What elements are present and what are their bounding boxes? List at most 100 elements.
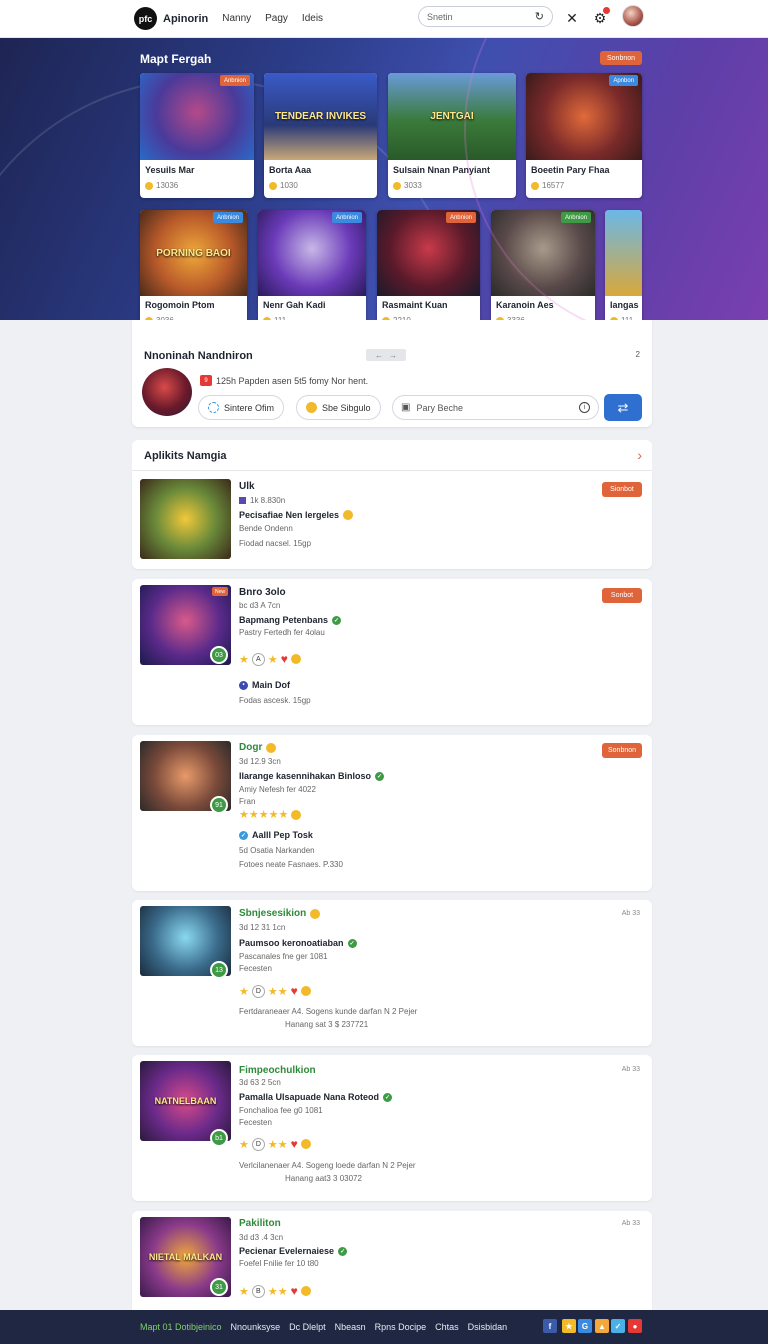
level-badge: 91: [210, 796, 228, 814]
emoji-icon: [266, 742, 277, 753]
twitter-icon[interactable]: ✓: [611, 1319, 625, 1333]
list-item[interactable]: New 03 Bnro 3olo bc d3 A 7cn Bapmang Pet…: [132, 579, 652, 725]
footer-link[interactable]: Nbeasn: [335, 1322, 366, 1332]
footer-link[interactable]: Nnounksyse: [231, 1322, 281, 1332]
item-line: Pamalla Ulsapuade Nana Roteod ✓: [239, 1092, 393, 1102]
list-item[interactable]: 91 Dogr 3d 12.9 3cn Ilarange kasennihaka…: [132, 735, 652, 891]
card-title: Rasmaint Kuan: [382, 300, 448, 310]
item-line: Hanang sat 3 $ 237721: [285, 1020, 369, 1029]
filter-panel: Nnoninah Nandniron ← → 2 9 125h Papden as…: [132, 320, 652, 427]
item-line: bc d3 A 7cn: [239, 601, 281, 610]
translate-button[interactable]: ⇄: [604, 394, 642, 421]
item-line: Fertdaraneaer A4. Sogens kunde darfan N …: [239, 1007, 418, 1016]
search-input[interactable]: Snetin ↻: [418, 6, 553, 27]
list-item[interactable]: NATNELBAAN b1 Fimpeochulkion 3d 63 2 5cn…: [132, 1055, 652, 1201]
item-title[interactable]: Bnro 3olo: [239, 587, 286, 598]
game-card[interactable]: Anbnion Karanoin Aes 3336: [491, 210, 595, 320]
app-logo[interactable]: pfc: [134, 7, 157, 30]
refresh-icon[interactable]: ↻: [535, 10, 544, 23]
star-icon: ★★: [267, 985, 288, 998]
featured-avatar[interactable]: [142, 368, 192, 416]
section-title: Aplikits Namgia: [144, 450, 227, 462]
star-icon: ★: [267, 653, 278, 666]
item-action-button[interactable]: Sonbnon: [602, 743, 642, 758]
nav-link-1[interactable]: Nanny: [222, 13, 251, 24]
item-line: Fotoes neate Fasnaes. P.330: [239, 860, 343, 869]
notifications-icon[interactable]: ⚙: [590, 7, 610, 28]
footer-link[interactable]: Dc Dlelpt: [289, 1322, 326, 1332]
game-card[interactable]: JENTGAI Sulsain Nnan Panyiant 3033: [388, 73, 516, 198]
item-line: Hanang aat3 3 03072: [285, 1174, 362, 1183]
item-line: Foefel Fnilie fer 10 t80: [239, 1259, 319, 1268]
star-social-icon[interactable]: ★: [562, 1319, 576, 1333]
item-meta: Ab 33: [621, 1220, 640, 1227]
item-title[interactable]: Pakiliton: [239, 1218, 281, 1229]
filter-chip-1[interactable]: Sintere Ofim: [198, 395, 285, 420]
coin-icon: [300, 1139, 311, 1149]
chevron-right-icon[interactable]: ›: [637, 447, 642, 463]
item-line: Fiodad nacsel. 15gp: [239, 539, 312, 548]
emoji-icon: [343, 510, 354, 520]
rating-row: ★ B ★★ ♥: [239, 1284, 311, 1298]
game-card-art: JENTGAI: [388, 73, 516, 160]
card-title: Sulsain Nnan Panyiant: [393, 165, 491, 175]
item-line: Amiy Nefesh fer 4022: [239, 785, 316, 794]
rating-letter: D: [251, 1137, 265, 1151]
filter-chip-2[interactable]: Sbe Sibgulo: [296, 395, 381, 420]
list-item[interactable]: NIETAL MALKAN 31 Pakiliton 3d d3 .4 3cn …: [132, 1211, 652, 1310]
item-line: Pecienar Evelernaiese ✓: [239, 1246, 348, 1256]
item-title[interactable]: Dogr: [239, 742, 277, 753]
share-icon[interactable]: ▲: [595, 1319, 609, 1333]
panel-search-input[interactable]: ▣ Pary Beche i: [392, 395, 599, 420]
heart-icon[interactable]: ♥: [291, 1284, 298, 1298]
item-line: • Main Dof: [239, 680, 290, 690]
game-card[interactable]: Apnbon Boeetin Pary Fhaa 16577: [526, 73, 642, 198]
hero-button[interactable]: Sonbnon: [600, 51, 642, 65]
nav-link-3[interactable]: Ideis: [302, 13, 323, 24]
list-item[interactable]: Ulk 1k 8.830n Pecisafiae Nen lergeles Be…: [132, 471, 652, 569]
heart-icon[interactable]: ♥: [281, 652, 288, 666]
footer-brand[interactable]: Mapt 01 Dotibjeinico: [140, 1322, 222, 1332]
arrow-left-icon[interactable]: ←: [375, 351, 383, 360]
user-avatar[interactable]: [622, 5, 644, 27]
game-card[interactable]: Anbnion Nenr Gah Kadi 111: [258, 210, 366, 320]
item-title[interactable]: Fimpeochulkion: [239, 1065, 316, 1076]
game-card[interactable]: Anbnion Yesuils Mar 13036: [140, 73, 254, 198]
game-card[interactable]: PORNING BAOI Anbnion Rogomoin Ptom 3036: [140, 210, 247, 320]
game-card-art: [140, 73, 254, 160]
item-title[interactable]: Sbnjesesikion: [239, 908, 321, 919]
item-action-button[interactable]: Sionbot: [602, 482, 642, 497]
flag-icon: 9: [200, 375, 212, 386]
badge-icon: [239, 497, 246, 504]
game-card[interactable]: Iangas 111: [605, 210, 642, 320]
card-tag: Apnbon: [609, 75, 638, 86]
chip-label: Sbe Sibgulo: [322, 402, 371, 413]
close-icon[interactable]: ✕: [562, 8, 582, 28]
card-tag: Anbnion: [445, 212, 476, 223]
info-icon[interactable]: i: [579, 402, 590, 413]
facebook-icon[interactable]: f: [543, 1319, 557, 1333]
arrow-right-icon[interactable]: →: [389, 351, 397, 360]
game-card[interactable]: TENDEAR INVIKES Borta Aaa 1030: [264, 73, 377, 198]
item-thumbnail[interactable]: [140, 479, 231, 559]
footer-link[interactable]: Dsisbidan: [468, 1322, 508, 1332]
heart-icon[interactable]: ♥: [291, 984, 298, 998]
pager-control[interactable]: ← →: [366, 349, 406, 361]
item-meta: Ab 33: [621, 1066, 640, 1073]
footer-link[interactable]: Chtas: [435, 1322, 459, 1332]
item-action-button[interactable]: Sonbot: [602, 588, 642, 603]
item-line: Pascanales fne ger 1081: [239, 952, 328, 961]
chat-icon[interactable]: G: [578, 1319, 592, 1333]
card-title: Karanoin Aes: [496, 300, 554, 310]
item-line: 5d Osatia Narkanden: [239, 846, 315, 855]
profile-social-icon[interactable]: ●: [628, 1319, 642, 1333]
item-line: Fonchalioa fee g0 1081: [239, 1106, 323, 1115]
item-title[interactable]: Ulk: [239, 481, 255, 492]
brand-name[interactable]: Apinorin: [163, 13, 208, 25]
game-card[interactable]: Anbnion Rasmaint Kuan 2210: [377, 210, 480, 320]
list-item[interactable]: 13 Sbnjesesikion 3d 12 31 1cn Paumsoo ke…: [132, 900, 652, 1046]
nav-link-2[interactable]: Pagy: [265, 13, 288, 24]
footer-link[interactable]: Rpns Docipe: [375, 1322, 427, 1332]
card-stat: 3033: [393, 181, 422, 190]
heart-icon[interactable]: ♥: [291, 1137, 298, 1151]
